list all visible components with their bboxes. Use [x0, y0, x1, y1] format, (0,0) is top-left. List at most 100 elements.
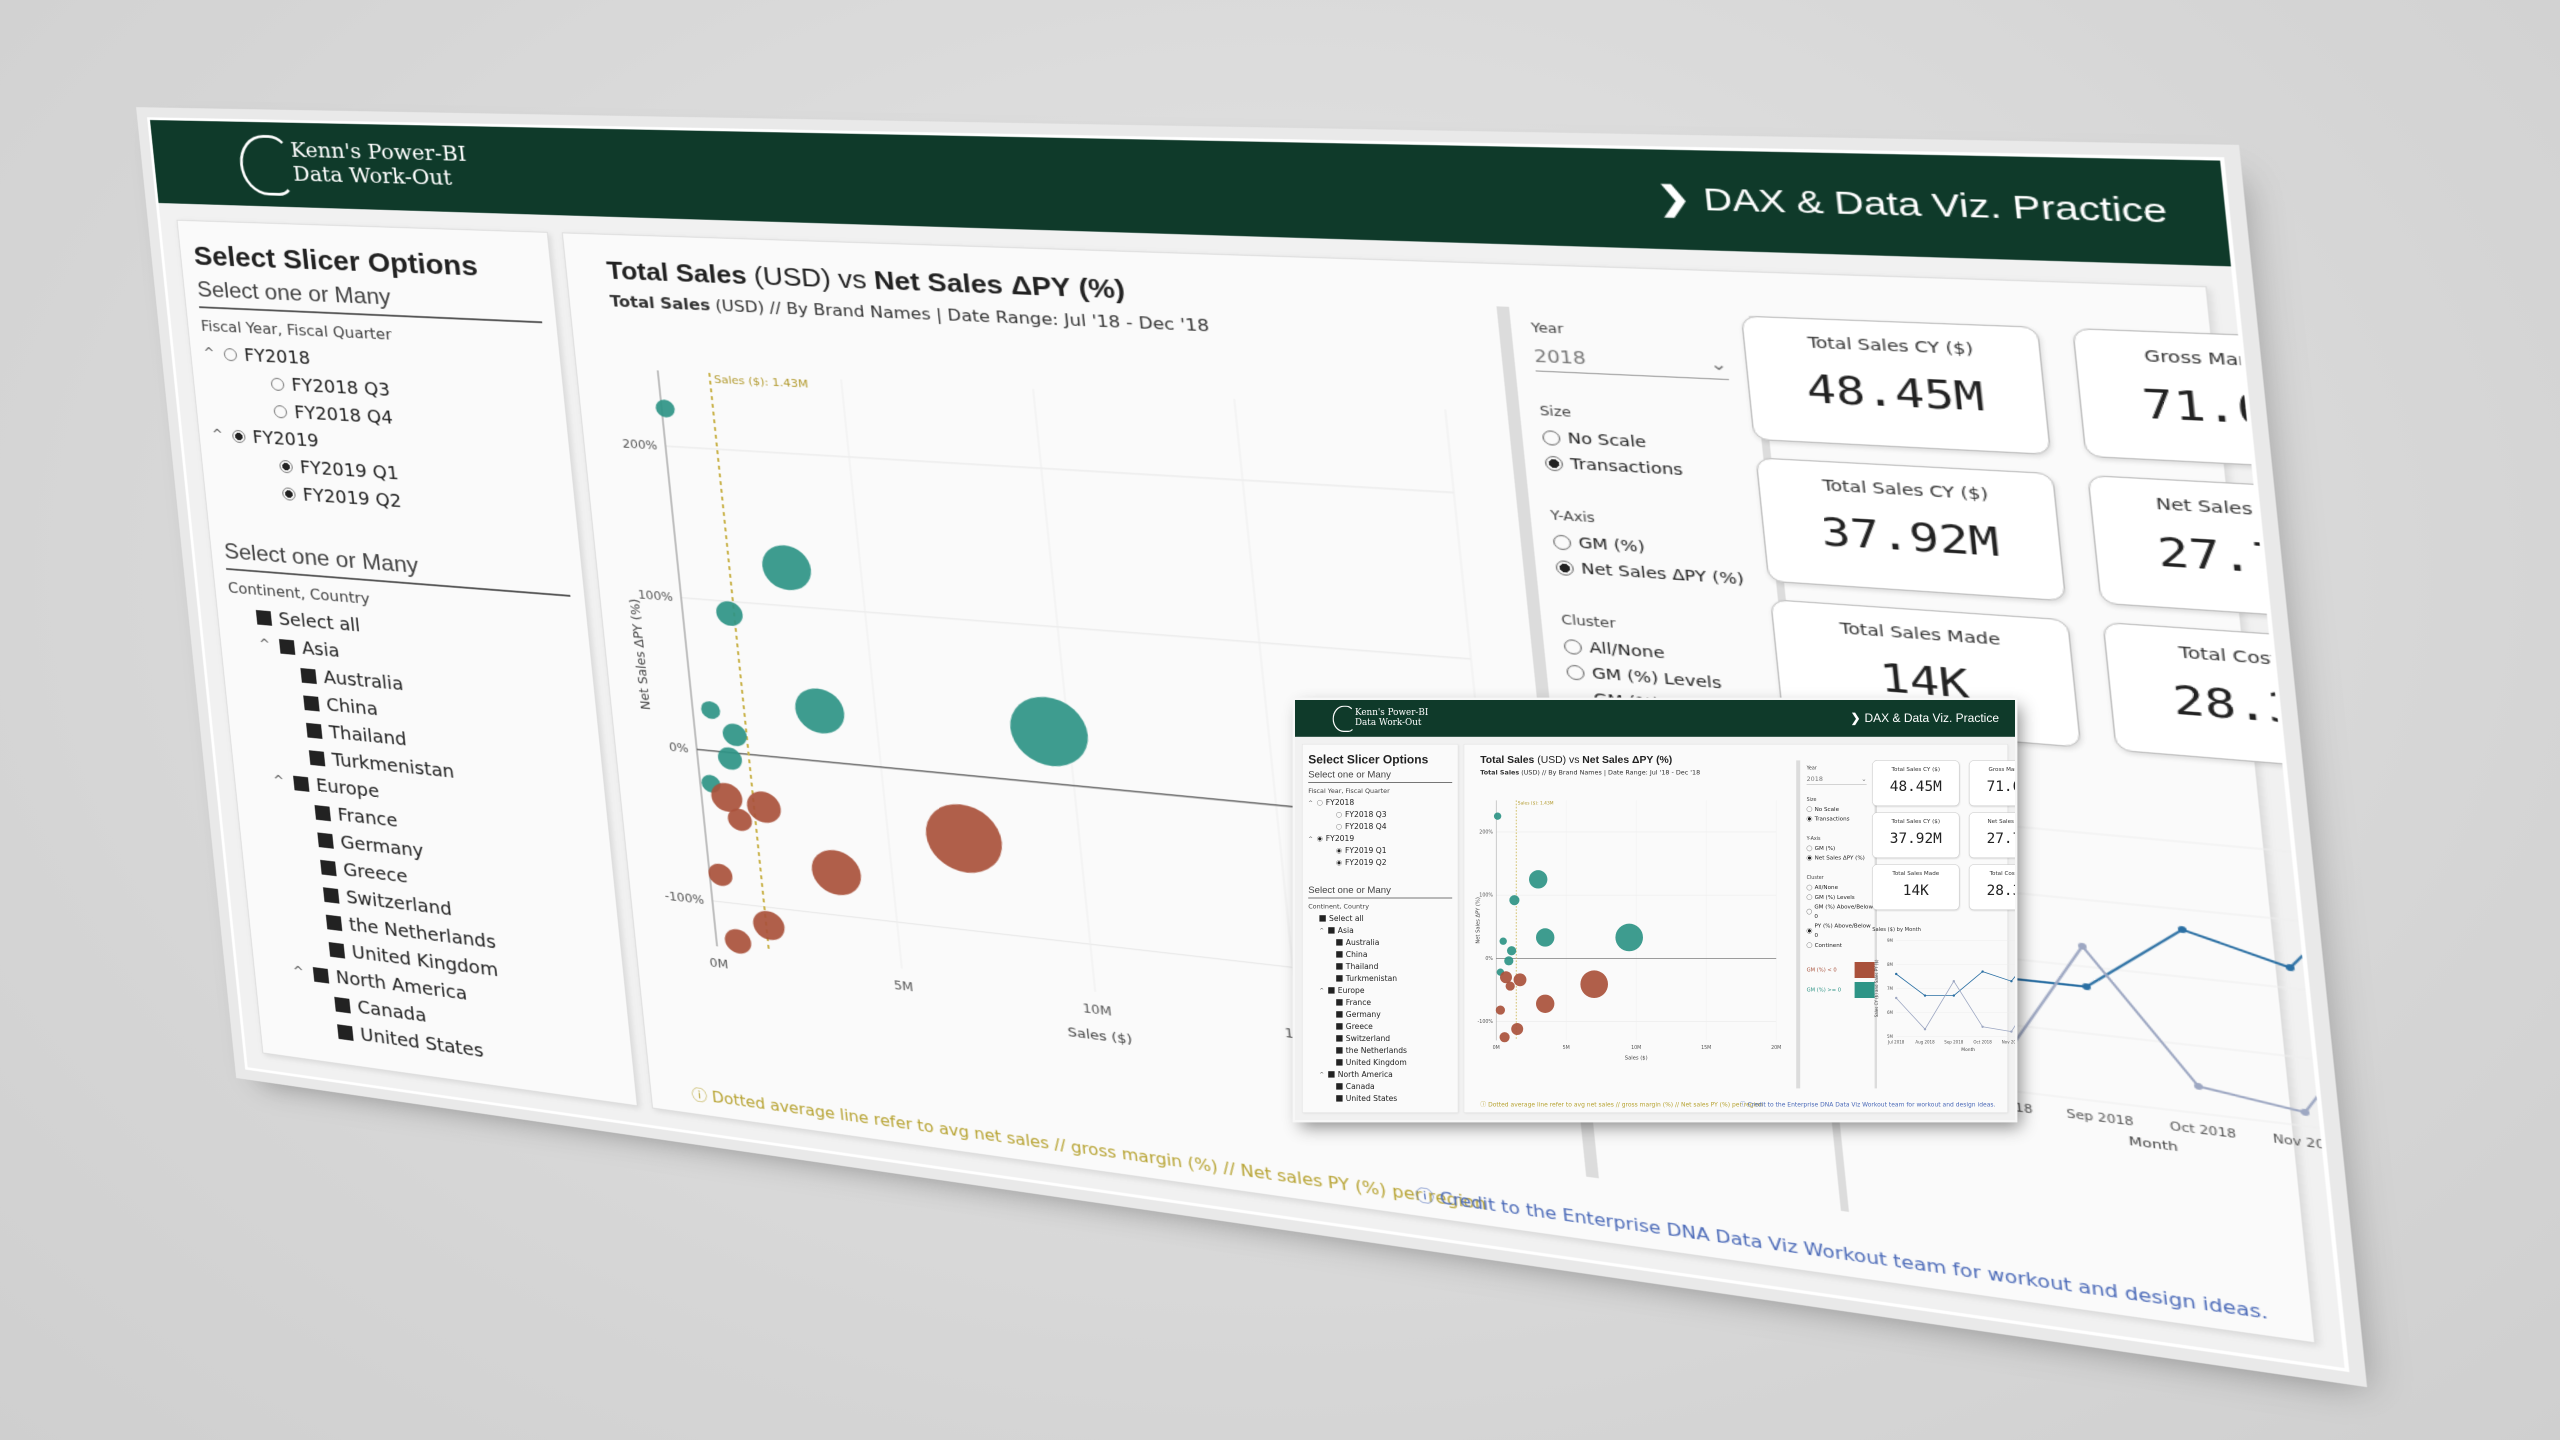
country-item[interactable]: China — [1308, 948, 1452, 960]
radio-icon — [1806, 928, 1813, 934]
checkbox-icon — [303, 695, 320, 712]
scatter-point[interactable] — [760, 543, 814, 593]
year-dropdown[interactable]: 2018 ⌄ — [1532, 341, 1730, 381]
fq-item[interactable]: FY2018 Q3 — [1308, 809, 1452, 821]
line-point[interactable] — [1895, 972, 1898, 976]
cluster-option[interactable]: GM (%) Levels — [1806, 892, 1875, 902]
select-all-checkbox[interactable]: Select all — [1308, 912, 1452, 924]
country-item[interactable]: Thailand — [1308, 960, 1452, 972]
scatter-point[interactable] — [751, 909, 786, 942]
x-axis-title: Month — [1961, 1047, 1975, 1053]
year-label: Year — [1806, 765, 1817, 771]
fy-item[interactable]: ^ FY2019 — [1308, 833, 1452, 845]
x-tick-label: Aug 2018 — [1915, 1040, 1935, 1045]
country-item[interactable]: Switzerland — [1308, 1032, 1452, 1044]
continent-label: North America — [1337, 1070, 1393, 1079]
cluster-option[interactable]: PY (%) Above/Below 0 — [1806, 921, 1875, 940]
scatter-point[interactable] — [1511, 1023, 1524, 1036]
country-item[interactable]: Canada — [1308, 1080, 1452, 1092]
fq-item[interactable]: FY2019 Q2 — [1308, 857, 1452, 869]
country-item[interactable]: Greece — [1308, 1020, 1452, 1032]
yaxis-option[interactable]: Net Sales ΔPY (%) — [1806, 853, 1875, 863]
avg-line-note: ⓘ Dotted average line refer to avg net s… — [1480, 1100, 1763, 1108]
line-point[interactable] — [1895, 996, 1898, 1000]
checkbox-icon — [320, 859, 337, 877]
continent-item[interactable]: ^ North America — [1308, 1068, 1452, 1080]
cluster-option[interactable]: All/None — [1806, 883, 1875, 893]
scatter-point[interactable] — [1513, 973, 1527, 987]
scatter-point[interactable] — [707, 862, 734, 888]
scatter-point[interactable] — [716, 746, 744, 771]
avg-line-label: Sales ($): 1.43M — [714, 374, 809, 391]
scatter-point[interactable] — [1500, 971, 1512, 984]
fy-item[interactable]: ^ FY2018 — [1308, 797, 1452, 809]
country-item[interactable]: France — [1308, 996, 1452, 1008]
fq-item[interactable]: FY2018 Q4 — [1308, 821, 1452, 833]
scatter-point[interactable] — [1536, 928, 1555, 947]
scatter-point[interactable] — [1495, 1005, 1505, 1015]
kpi-card: Net Sales ΔPY (%) 27.76% — [1969, 812, 2015, 858]
scatter-point[interactable] — [1580, 970, 1608, 998]
y-tick-label: 9M — [1887, 938, 1894, 943]
country-item[interactable]: United States — [1308, 1092, 1452, 1104]
checkbox-icon — [337, 1024, 354, 1041]
line-point[interactable] — [1923, 1028, 1927, 1031]
scatter-point[interactable] — [709, 781, 744, 814]
x-tick-label: 10M — [1631, 1045, 1641, 1051]
scatter-point[interactable] — [1499, 1032, 1510, 1043]
scatter-point[interactable] — [721, 722, 748, 748]
scatter-point[interactable] — [1536, 994, 1555, 1013]
yaxis-option[interactable]: GM (%) — [1806, 844, 1875, 854]
scatter-point[interactable] — [809, 847, 864, 898]
scatter-point[interactable] — [793, 686, 847, 736]
line-point[interactable] — [1952, 980, 1955, 983]
line-point[interactable] — [1981, 970, 1984, 973]
year-dropdown[interactable]: 2018 ⌄ — [1806, 773, 1867, 785]
scatter-point[interactable] — [1006, 693, 1092, 770]
scatter-point[interactable] — [1504, 956, 1514, 966]
kpi-label: Total Sales CY ($) — [1821, 477, 1989, 505]
continent-label: Asia — [301, 638, 341, 662]
scatter-point[interactable] — [654, 399, 676, 418]
continent-item[interactable]: ^ Asia — [1308, 924, 1452, 936]
country-item[interactable]: Australia — [1308, 936, 1452, 948]
chevron-up-icon: ^ — [203, 346, 216, 362]
line-point[interactable] — [2010, 980, 2013, 983]
cluster-options: All/None GM (%) Levels GM (%) Above/Below … — [1806, 883, 1875, 950]
scatter-point[interactable] — [1505, 981, 1515, 991]
logo-line2: Data Work-Out — [1355, 717, 1422, 728]
country-item[interactable]: the Netherlands — [1308, 1044, 1452, 1056]
bicep-icon — [1332, 705, 1355, 732]
line-point[interactable] — [1952, 994, 1955, 997]
scatter-point[interactable] — [922, 800, 1006, 877]
scatter-point[interactable] — [1493, 812, 1502, 820]
size-option[interactable]: Transactions — [1806, 814, 1875, 824]
size-option[interactable]: No Scale — [1806, 804, 1875, 814]
checkbox-icon — [278, 639, 296, 655]
radio-icon — [1806, 884, 1813, 891]
line-point[interactable] — [2010, 1030, 2013, 1033]
series-line — [1895, 980, 2015, 1033]
checkbox-icon — [1328, 927, 1335, 934]
scatter-point[interactable] — [715, 600, 744, 627]
line-point[interactable] — [2193, 1082, 2204, 1091]
cluster-option[interactable]: Continent — [1806, 940, 1875, 950]
fy-label: FY2019 — [1325, 834, 1355, 844]
cluster-option[interactable]: GM (%) Above/Below 0 — [1806, 902, 1875, 921]
scatter-point[interactable] — [1529, 870, 1548, 889]
scatter-point[interactable] — [1509, 895, 1520, 906]
country-item[interactable]: Germany — [1308, 1008, 1452, 1020]
fq-item[interactable]: FY2019 Q1 — [1308, 845, 1452, 857]
scatter-point[interactable] — [700, 700, 722, 720]
country-item[interactable]: United Kingdom — [1308, 1056, 1452, 1068]
scatter-point[interactable] — [1615, 923, 1643, 952]
line-point[interactable] — [1981, 1025, 1984, 1028]
scatter-point[interactable] — [1499, 937, 1507, 945]
scatter-point[interactable] — [723, 927, 753, 956]
continent-item[interactable]: ^ Europe — [1308, 984, 1452, 996]
yaxis-label: Y-Axis — [1806, 835, 1821, 842]
line-point[interactable] — [1923, 994, 1927, 997]
x-tick-label: Nov 2018 — [2002, 1040, 2015, 1045]
country-item[interactable]: Turkmenistan — [1308, 972, 1452, 984]
scatter-point[interactable] — [1507, 946, 1517, 956]
